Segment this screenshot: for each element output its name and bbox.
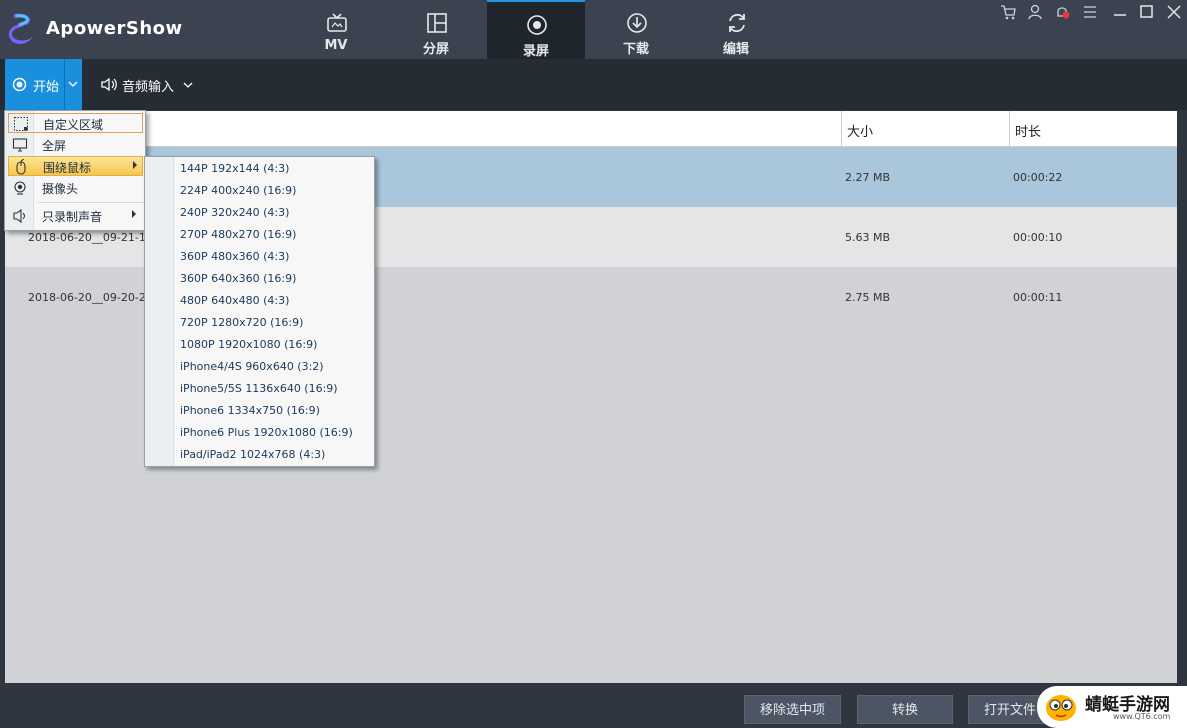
resolution-option[interactable]: iPad/iPad2 1024x768 (4:3) xyxy=(180,448,325,461)
menu-separator xyxy=(38,202,144,203)
resolution-submenu: 144P 192x144 (4:3) 224P 400x240 (16:9) 2… xyxy=(144,156,375,467)
tab-label: MV xyxy=(324,38,348,53)
submenu-arrow-icon xyxy=(132,210,136,218)
start-dropdown-button[interactable] xyxy=(64,59,82,110)
region-select-icon xyxy=(14,117,28,131)
menu-item-label: 摄像头 xyxy=(42,182,79,196)
resolution-option[interactable]: iPhone6 1334x750 (16:9) xyxy=(180,404,320,417)
monitor-icon xyxy=(12,138,28,152)
bottom-bar: 移除选中项 转换 打开文件 xyxy=(0,683,1187,728)
record-mode-menu: 自定义区域 全屏 围绕鼠标 摄像头 只录制声音 xyxy=(4,110,146,231)
chevron-down-icon xyxy=(68,81,78,87)
minimize-icon[interactable] xyxy=(1111,3,1129,21)
watermark-url: www.QT6.com xyxy=(1113,712,1171,721)
split-screen-icon xyxy=(427,13,447,33)
record-icon xyxy=(527,15,547,35)
resolution-option[interactable]: iPhone6 Plus 1920x1080 (16:9) xyxy=(180,426,353,439)
speaker-icon xyxy=(101,77,117,92)
tab-label: 下载 xyxy=(622,42,649,57)
resolution-option[interactable]: 720P 1280x720 (16:9) xyxy=(180,316,303,329)
file-name: 2018-06-20__09-20-24_ xyxy=(28,291,159,304)
menu-item-webcam[interactable]: 摄像头 xyxy=(8,178,143,198)
user-icon[interactable] xyxy=(1026,3,1044,21)
resolution-option[interactable]: 360P 640x360 (16:9) xyxy=(180,272,296,285)
resolution-option[interactable]: 270P 480x270 (16:9) xyxy=(180,228,296,241)
menu-item-fullscreen[interactable]: 全屏 xyxy=(8,135,143,155)
column-divider[interactable] xyxy=(841,111,842,147)
menu-item-label: 自定义区域 xyxy=(43,118,104,132)
tab-screen-record[interactable]: 录屏 xyxy=(487,0,585,59)
column-header-size[interactable]: 大小 xyxy=(847,121,873,140)
chevron-down-icon xyxy=(183,82,193,88)
tab-label: 录屏 xyxy=(522,44,549,59)
audio-input-label: 音频输入 xyxy=(122,80,175,95)
resolution-option[interactable]: 480P 640x480 (4:3) xyxy=(180,294,289,307)
resolution-option[interactable]: 240P 320x240 (4:3) xyxy=(180,206,289,219)
notification-icon[interactable] xyxy=(1053,3,1071,21)
tab-label: 分屏 xyxy=(422,42,449,57)
remove-selected-button[interactable]: 移除选中项 xyxy=(744,695,841,724)
tab-edit[interactable]: 编辑 xyxy=(687,0,785,59)
audio-input-button[interactable]: 音频输入 xyxy=(100,59,200,110)
start-label: 开始 xyxy=(33,80,60,95)
mouse-icon xyxy=(16,159,26,175)
speaker-icon xyxy=(13,208,25,224)
cart-icon[interactable] xyxy=(999,3,1017,21)
dragonfly-mascot-icon xyxy=(1046,695,1076,721)
file-size: 2.27 MB xyxy=(845,171,891,184)
download-icon xyxy=(627,13,647,33)
record-icon xyxy=(12,77,27,92)
title-bar: ApowerShow MV 分屏 录屏 下载 编辑 xyxy=(0,0,1187,59)
file-duration: 00:00:10 xyxy=(1013,231,1063,244)
close-icon[interactable] xyxy=(1165,3,1183,21)
column-header-duration[interactable]: 时长 xyxy=(1015,121,1041,140)
tab-mv[interactable]: MV xyxy=(287,0,385,59)
menu-item-label: 只录制声音 xyxy=(42,210,103,224)
file-size: 5.63 MB xyxy=(845,231,891,244)
convert-button[interactable]: 转换 xyxy=(857,695,953,724)
column-divider[interactable] xyxy=(1009,111,1010,147)
tv-icon xyxy=(327,13,347,32)
refresh-icon xyxy=(729,13,745,33)
table-header: 大小 时长 xyxy=(5,111,1177,147)
file-name: 2018-06-20__09-21-15_ xyxy=(28,231,159,244)
resolution-option[interactable]: 360P 480x360 (4:3) xyxy=(180,250,289,263)
menu-item-audio-only[interactable]: 只录制声音 xyxy=(8,206,143,226)
file-size: 2.75 MB xyxy=(845,291,891,304)
tab-split-screen[interactable]: 分屏 xyxy=(387,0,485,59)
app-name: ApowerShow xyxy=(46,18,183,39)
menu-icon[interactable] xyxy=(1081,3,1099,21)
menu-item-label: 全屏 xyxy=(42,139,67,153)
tab-label: 编辑 xyxy=(722,42,749,57)
resolution-option[interactable]: 1080P 1920x1080 (16:9) xyxy=(180,338,317,351)
app-logo xyxy=(8,13,33,44)
file-duration: 00:00:22 xyxy=(1013,171,1063,184)
resolution-option[interactable]: 144P 192x144 (4:3) xyxy=(180,162,289,175)
resolution-option[interactable]: 224P 400x240 (16:9) xyxy=(180,184,296,197)
menu-item-custom-region[interactable]: 自定义区域 xyxy=(8,113,143,133)
submenu-arrow-icon xyxy=(133,161,137,169)
maximize-icon[interactable] xyxy=(1138,3,1156,21)
resolution-option[interactable]: iPhone5/5S 1136x640 (16:9) xyxy=(180,382,338,395)
tab-download[interactable]: 下载 xyxy=(587,0,685,59)
toolbar: 开始 音频输入 xyxy=(0,59,1187,110)
webcam-icon xyxy=(14,181,26,195)
file-duration: 00:00:11 xyxy=(1013,291,1063,304)
resolution-option[interactable]: iPhone4/4S 960x640 (3:2) xyxy=(180,360,324,373)
menu-item-around-mouse[interactable]: 围绕鼠标 xyxy=(8,156,143,176)
menu-item-label: 围绕鼠标 xyxy=(43,161,92,175)
watermark: 蜻蜓手游网 www.QT6.com xyxy=(1037,686,1187,728)
start-record-button[interactable]: 开始 xyxy=(5,59,64,110)
